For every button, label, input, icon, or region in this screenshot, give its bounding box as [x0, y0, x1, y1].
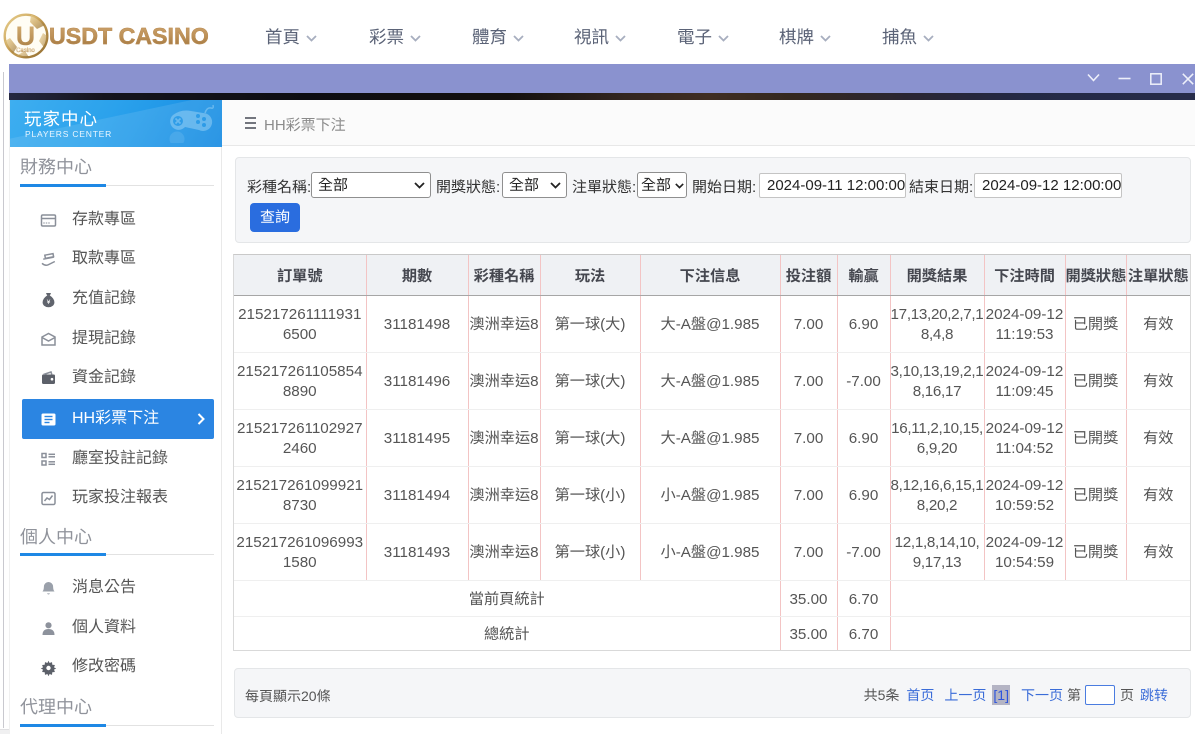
svg-text:U: U: [16, 21, 36, 51]
svg-text:¥: ¥: [47, 299, 51, 306]
svg-text:Casino: Casino: [16, 48, 35, 54]
